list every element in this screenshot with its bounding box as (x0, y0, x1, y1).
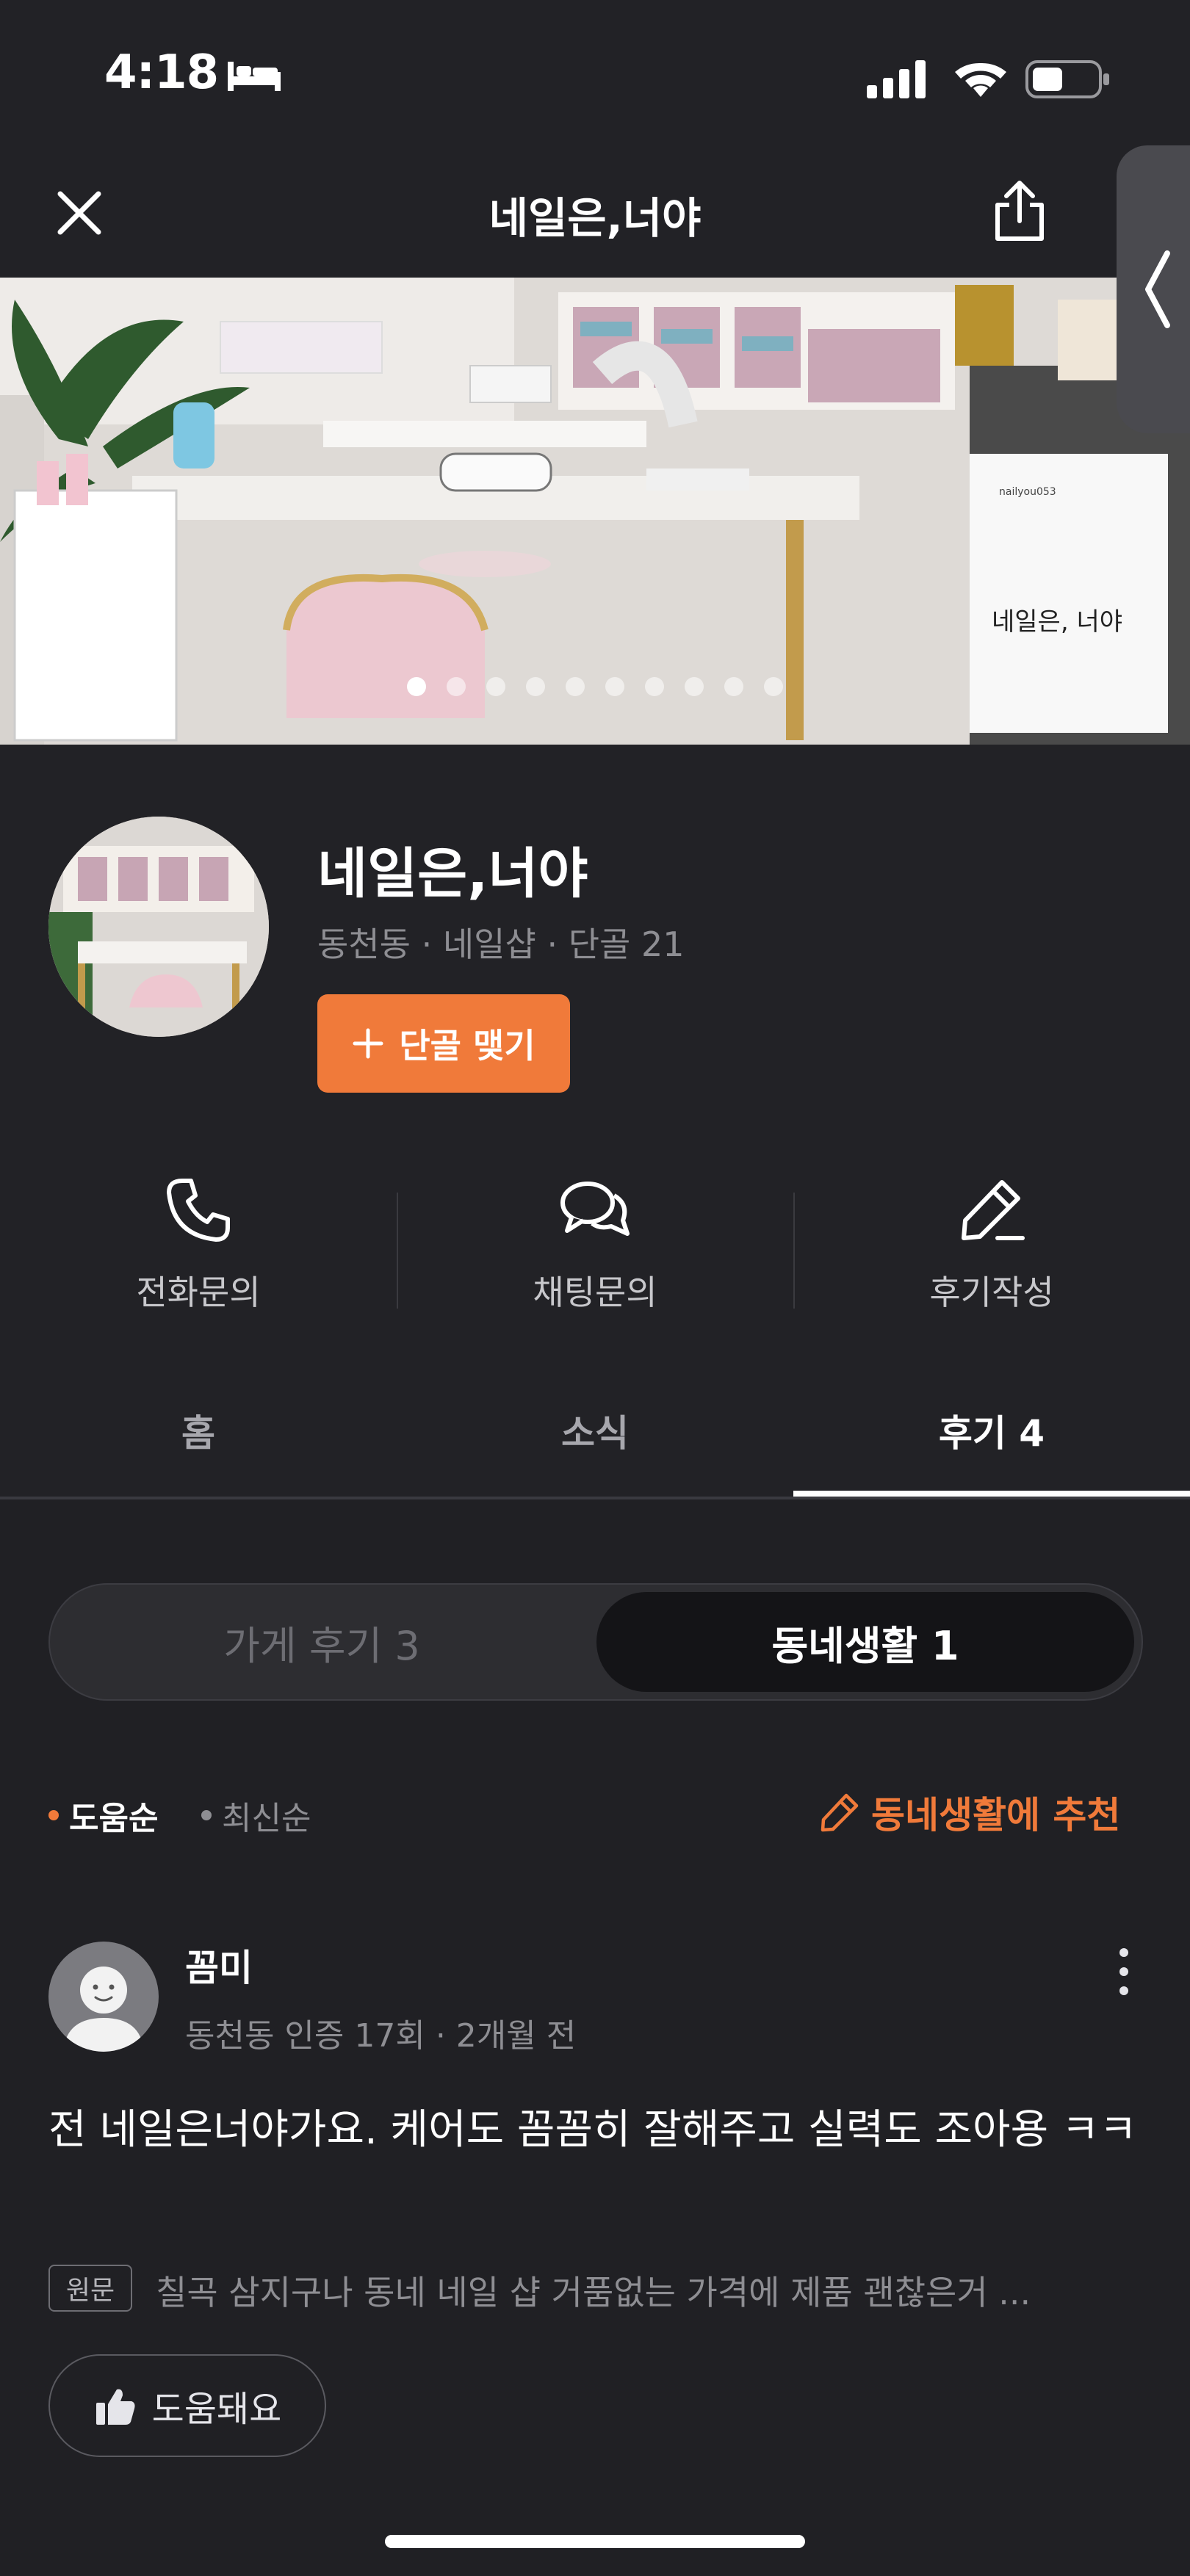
sort-by-latest[interactable]: 최신순 (201, 1792, 311, 1839)
carousel-dot[interactable] (566, 677, 585, 696)
chat-inquiry-button[interactable]: 채팅문의 (397, 1175, 793, 1322)
cellular-signal-icon (867, 60, 930, 101)
chat-inquiry-label: 채팅문의 (533, 1273, 657, 1312)
helpful-label: 도움돼요 (151, 2389, 282, 2430)
phone-icon (167, 1179, 230, 1242)
wifi-icon (955, 57, 1006, 101)
call-inquiry-button[interactable]: 전화문의 (0, 1175, 397, 1322)
carousel-dot[interactable] (645, 677, 664, 696)
battery-icon (1025, 59, 1111, 103)
review-body: 전 네일은너야가요. 케어도 꼼꼼히 잘해주고 실력도 조아용 ㅋㅋ (48, 2106, 1137, 2154)
shop-sign-text: 네일은, 너야 (992, 607, 1122, 637)
sort-unselected-dot (201, 1810, 212, 1820)
carousel-pagination (0, 677, 1190, 696)
more-dot (1119, 1967, 1128, 1976)
reviewer-avatar[interactable] (48, 1942, 159, 2052)
reviewer-meta: 동천동 인증 17회 · 2개월 전 (185, 2017, 577, 2055)
pencil-icon (962, 1180, 1025, 1240)
bed-icon (226, 59, 282, 95)
original-post-text[interactable]: 칠곡 삼지구나 동네 네일 샵 거품없는 가격에 제품 괜찮은거 ... (156, 2266, 1155, 2315)
carousel-dot[interactable] (447, 677, 466, 696)
carousel-dot[interactable] (605, 677, 624, 696)
status-time: 4:18 (104, 46, 219, 100)
chat-icon (560, 1182, 630, 1236)
shop-meta: 동천동 · 네일샵 · 단골 21 (317, 918, 684, 966)
shop-avatar-image (48, 817, 269, 1037)
shop-sign-instagram: nailyou053 (999, 486, 1056, 498)
default-profile-icon (63, 1967, 144, 2052)
nail-salon-photo: 네일은, 너야 nailyou053 (0, 278, 1190, 745)
carousel-dot[interactable] (526, 677, 545, 696)
become-regular-label: 단골 맺기 (399, 1026, 536, 1066)
meta-separator: · (421, 925, 443, 964)
shop-regulars-count: 단골 21 (568, 925, 685, 964)
more-dot (1119, 1948, 1128, 1957)
write-review-button[interactable]: 후기작성 (793, 1175, 1190, 1322)
carousel-dot[interactable] (407, 677, 426, 696)
carousel-dot[interactable] (724, 677, 743, 696)
share-icon (995, 181, 1044, 241)
share-button[interactable] (984, 176, 1055, 247)
tab-reviews[interactable]: 후기 4 (793, 1404, 1190, 1457)
sort-by-helpful[interactable]: 도움순 (48, 1792, 158, 1839)
active-tab-indicator (793, 1491, 1190, 1497)
pencil-icon (821, 1793, 859, 1832)
chevron-left-icon (1145, 250, 1170, 328)
reviewer-name[interactable]: 꼼미 (185, 1939, 253, 1991)
original-post-badge: 원문 (48, 2265, 132, 2312)
side-drawer-handle[interactable] (1117, 145, 1190, 433)
helpful-button[interactable]: 도움돼요 (48, 2354, 326, 2457)
sort-latest-label: 최신순 (222, 1800, 311, 1837)
shop-category: 네일샵 (442, 925, 536, 964)
tab-news[interactable]: 소식 (397, 1404, 793, 1457)
call-inquiry-label: 전화문의 (136, 1273, 261, 1312)
recommend-to-local-life-button[interactable]: 동네생활에 추천 (818, 1786, 1120, 1839)
home-indicator (385, 2535, 805, 2548)
thumbs-up-icon (95, 2389, 135, 2425)
segment-local-life[interactable]: 동네생활 1 (596, 1592, 1134, 1692)
shop-avatar[interactable] (48, 817, 269, 1037)
sort-selected-dot (48, 1810, 59, 1820)
shop-location: 동천동 (317, 925, 411, 964)
hero-image-carousel[interactable]: 네일은, 너야 nailyou053 (0, 278, 1190, 745)
carousel-dot[interactable] (685, 677, 704, 696)
recommend-label: 동네생활에 추천 (871, 1794, 1121, 1837)
review-more-button[interactable] (1102, 1939, 1146, 2005)
carousel-dot[interactable] (764, 677, 783, 696)
meta-separator: · (547, 925, 569, 964)
plus-icon (353, 1028, 383, 1059)
shop-name: 네일은,너야 (317, 842, 588, 905)
segment-store-reviews[interactable]: 가게 후기 3 (50, 1585, 594, 1699)
write-review-label: 후기작성 (929, 1273, 1054, 1312)
become-regular-button[interactable]: 단골 맺기 (317, 994, 570, 1093)
sort-helpful-label: 도움순 (69, 1800, 159, 1837)
review-type-segmented-control: 가게 후기 3 동네생활 1 (48, 1583, 1143, 1701)
carousel-dot[interactable] (486, 677, 505, 696)
tab-home[interactable]: 홈 (0, 1404, 397, 1457)
more-dot (1119, 1986, 1128, 1995)
